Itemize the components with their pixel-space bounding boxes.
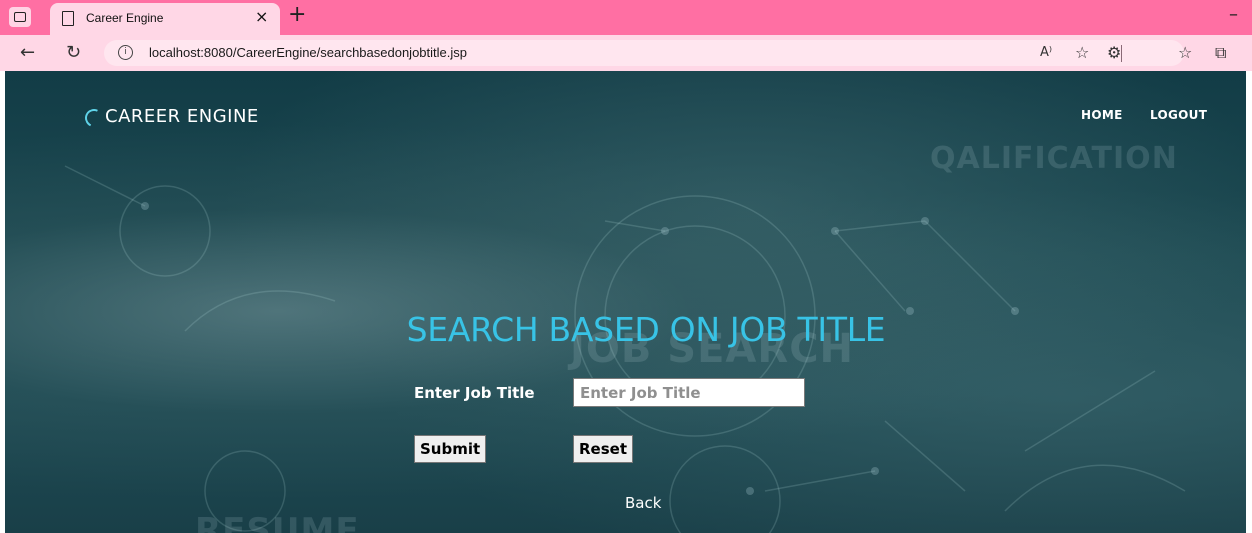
nav-logout-link[interactable]: LOGOUT: [1150, 108, 1207, 122]
back-link[interactable]: Back: [625, 494, 661, 512]
browser-toolbar: ← ↻ i localhost:8080/CareerEngine/search…: [0, 35, 1252, 71]
page-icon: [62, 11, 74, 26]
toolbar-divider: [1121, 45, 1122, 62]
background-word: RESUME: [195, 511, 360, 533]
page-content: QALIFICATION JOB SEARCH RESUME CAREER EN…: [5, 71, 1246, 533]
background-word: QALIFICATION: [930, 141, 1178, 176]
add-favorite-icon[interactable]: ☆: [1075, 41, 1089, 65]
site-logo[interactable]: CAREER ENGINE: [82, 105, 259, 130]
close-tab-icon[interactable]: ×: [255, 7, 268, 26]
read-aloud-icon[interactable]: A⁾: [1040, 41, 1052, 65]
new-tab-icon[interactable]: +: [288, 0, 306, 30]
submit-button[interactable]: Submit: [414, 435, 487, 463]
tab-title: Career Engine: [86, 11, 164, 25]
extensions-icon[interactable]: ⚙: [1107, 41, 1121, 65]
job-title-label: Enter Job Title: [414, 384, 535, 402]
address-bar[interactable]: i localhost:8080/CareerEngine/searchbase…: [104, 40, 1184, 66]
job-title-input[interactable]: [573, 378, 805, 407]
tab-actions-icon[interactable]: [9, 7, 31, 27]
back-arrow-icon[interactable]: ←: [20, 41, 35, 65]
url-text[interactable]: localhost:8080/CareerEngine/searchbasedo…: [149, 45, 467, 60]
nav-home-link[interactable]: HOME: [1081, 108, 1123, 122]
browser-tab-strip: Career Engine × + –: [0, 0, 1252, 35]
reset-button[interactable]: Reset: [573, 435, 633, 463]
logo-text: CAREER ENGINE: [105, 105, 259, 127]
logo-icon: [82, 106, 106, 130]
refresh-icon[interactable]: ↻: [66, 41, 81, 65]
info-icon[interactable]: i: [118, 45, 133, 60]
collections-icon[interactable]: ⧉: [1215, 41, 1226, 65]
browser-tab[interactable]: Career Engine ×: [50, 3, 280, 35]
minimize-icon[interactable]: –: [1229, 0, 1238, 30]
favorites-icon[interactable]: ☆: [1178, 41, 1192, 65]
page-title: SEARCH BASED ON JOB TITLE: [406, 310, 886, 349]
